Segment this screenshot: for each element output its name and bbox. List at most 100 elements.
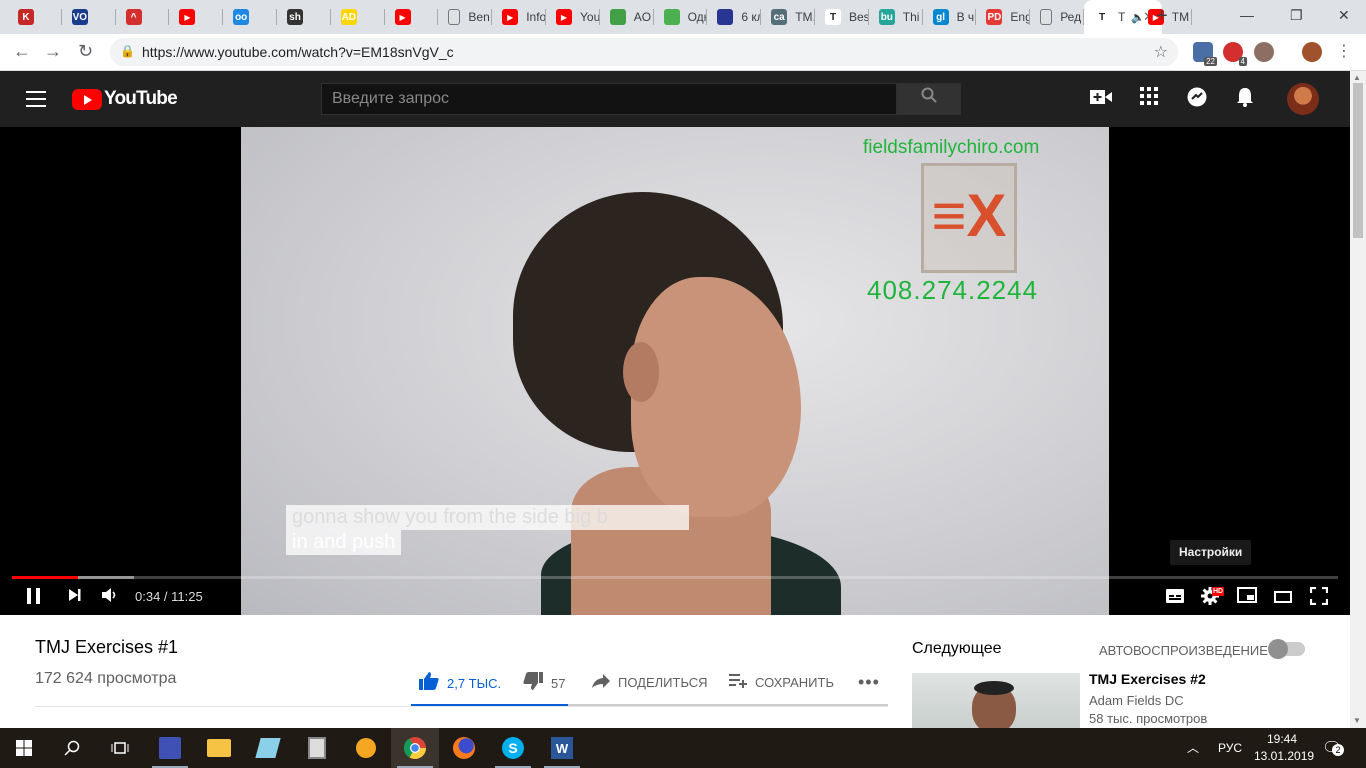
address-bar[interactable]: 🔒 https://www.youtube.com/watch?v=EM18sn… [110,38,1178,66]
browser-tab[interactable]: AD [331,0,385,34]
profile-avatar[interactable] [1302,42,1322,62]
autoplay-toggle[interactable] [1268,639,1305,659]
clock-date[interactable]: 13.01.2019 [1254,749,1314,763]
video-player[interactable]: fieldsfamilychiro.com ≡X 408.274.2244 go… [0,127,1350,615]
youtube-play-icon [72,88,102,110]
save-button[interactable]: СОХРАНИТЬ [729,672,834,693]
watermark-site: fieldsfamilychiro.com [863,137,1040,158]
browser-tab[interactable]: VO [62,0,116,34]
notifications-bell-icon[interactable] [1233,87,1257,111]
next-icon [69,589,81,601]
menu-dots-icon[interactable]: ⋮ [1336,41,1352,61]
browser-tab[interactable]: Ред [1030,0,1084,34]
browser-tab[interactable]: gl В ч [923,0,977,34]
minimize-icon[interactable]: — [1240,7,1254,23]
app-icon[interactable] [342,728,390,768]
browser-tab[interactable]: bu Thi [869,0,923,34]
watermark-logo: ≡X [921,163,1017,273]
save-disk-app-icon[interactable] [146,728,194,768]
clock-time[interactable]: 19:44 [1254,732,1310,746]
file-explorer-icon[interactable] [195,728,243,768]
youtube-wordmark: YouTube [104,88,178,109]
thumbs-up-icon [419,672,439,695]
bookmark-star-icon[interactable]: ☆ [1154,42,1168,62]
keyboard-language[interactable]: РУС [1218,741,1242,755]
caption-line: in and push [286,530,402,555]
browser-tab[interactable]: T Bes [815,0,869,34]
notepad-app-icon[interactable] [244,728,292,768]
fullscreen-button[interactable] [1309,586,1329,607]
scroll-down-icon[interactable]: ▼ [1353,716,1361,725]
browser-tab[interactable]: sh [277,0,331,34]
extension-icon[interactable]: 22 [1193,42,1217,66]
browser-tab[interactable]: oo [223,0,277,34]
tab-title: T [1118,10,1126,24]
subtitles-button[interactable] [1166,587,1184,607]
camera-plus-glyph [1090,90,1112,104]
tab-favicon-icon: oo [233,9,250,25]
action-center-icon[interactable]: 🗨2 [1322,738,1344,758]
adblock-icon[interactable]: 4 [1223,42,1247,66]
browser-tab[interactable]: AO [600,0,654,34]
account-avatar[interactable] [1287,83,1319,115]
show-hidden-icons-chevron-icon[interactable]: ︿ [1187,739,1199,756]
apps-grid-icon[interactable] [1137,87,1161,111]
messages-icon[interactable] [1185,87,1209,111]
browser-tab[interactable]: PD Eng [976,0,1030,34]
browser-tab[interactable]: ▶ You [546,0,600,34]
browser-tab[interactable]: ▶ [169,0,223,34]
calculator-icon[interactable] [293,728,341,768]
back-icon[interactable]: ← [13,41,31,62]
scrollbar-thumb[interactable] [1353,83,1363,238]
browser-tab[interactable]: ▶ Info [492,0,546,34]
task-view-icon[interactable] [96,728,144,768]
youtube-logo[interactable]: YouTube [72,88,178,110]
browser-tab[interactable]: ▶ [385,0,439,34]
reload-icon[interactable]: ↻ [78,41,93,62]
pause-button[interactable] [26,587,42,607]
browser-tab[interactable]: 6 кл [707,0,761,34]
page-scrollbar[interactable]: ▲ ▼ [1350,71,1366,728]
firefox-icon[interactable] [440,728,488,768]
search-icon[interactable] [48,728,96,768]
windows-start-icon[interactable] [0,728,48,768]
more-actions-icon[interactable]: ••• [858,672,880,693]
browser-tab[interactable]: ^ [116,0,170,34]
tab-title: TM. [795,10,815,24]
word-icon[interactable]: W [538,728,586,768]
up-next-thumbnail[interactable] [912,673,1080,728]
restore-icon[interactable]: ❐ [1290,7,1303,24]
create-video-icon[interactable] [1089,87,1113,111]
watermark-phone: 408.274.2244 [867,275,1039,305]
search-button[interactable] [897,83,961,115]
dislike-button[interactable]: 57 [523,672,565,695]
tab-favicon-icon: ▶ [179,9,196,25]
new-tab-button[interactable]: + [1156,5,1168,28]
browser-tab[interactable]: K [8,0,62,34]
browser-tab[interactable]: ca TM. [761,0,815,34]
next-button[interactable] [67,587,83,607]
scroll-up-icon[interactable]: ▲ [1353,73,1361,82]
up-next-title[interactable]: TMJ Exercises #2 [1089,671,1206,687]
volume-button[interactable] [101,587,119,607]
theater-mode-button[interactable] [1274,587,1292,607]
forward-icon[interactable]: → [44,41,62,62]
up-next-channel[interactable]: Adam Fields DC [1089,693,1184,708]
share-button[interactable]: ПОДЕЛИТЬСЯ [592,672,707,693]
miniplayer-button[interactable] [1237,587,1257,607]
tab-favicon-icon: ▶ [502,9,519,25]
skype-icon[interactable]: S [489,728,537,768]
browser-tab[interactable]: Одн [654,0,707,34]
youtube-header: YouTube Введите запрос [0,71,1350,127]
time-total: 11:25 [171,589,203,604]
chrome-icon[interactable] [391,728,439,768]
browser-tab[interactable]: Ben [438,0,492,34]
close-window-icon[interactable]: ✕ [1338,7,1350,24]
miniplayer-icon [1237,587,1257,603]
menu-icon[interactable] [26,91,46,107]
search-input[interactable]: Введите запрос [321,83,897,115]
progress-bar[interactable] [12,576,1338,579]
extension-icon[interactable] [1254,42,1274,62]
played-bar [12,576,79,579]
like-button[interactable]: 2,7 ТЫС. [419,672,501,695]
